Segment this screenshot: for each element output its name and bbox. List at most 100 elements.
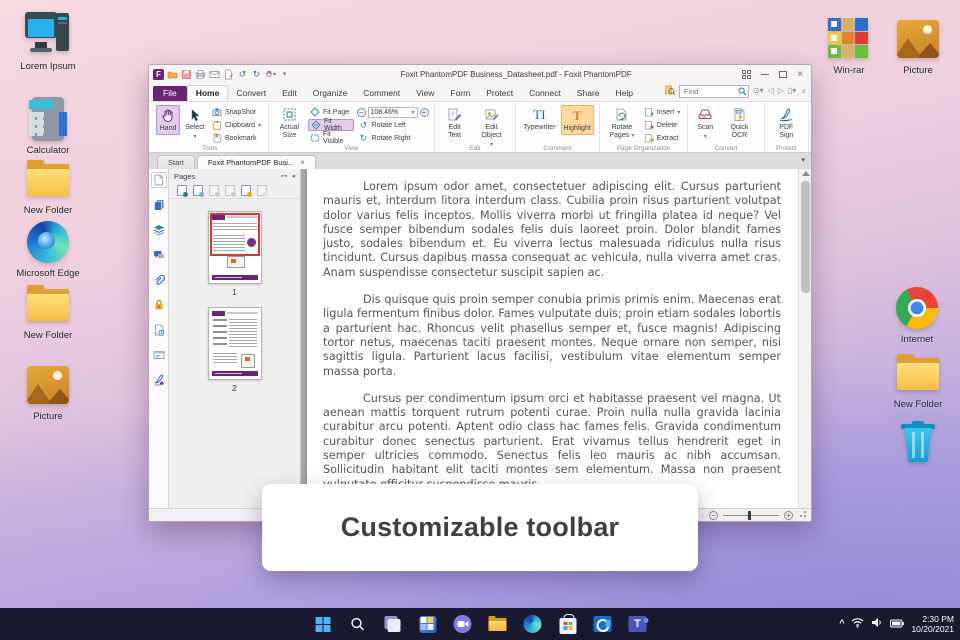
fit-visible-button[interactable]: Fit Visible <box>308 131 354 145</box>
rotate-pages-button[interactable]: Rotate Pages ▾ <box>605 105 639 141</box>
outlook-icon[interactable] <box>592 613 614 635</box>
task-view-icon[interactable] <box>382 613 404 635</box>
widgets-icon[interactable] <box>417 613 439 635</box>
close-icon[interactable]: × <box>797 69 803 80</box>
insert-button[interactable]: Insert ▾ <box>642 106 683 118</box>
print-icon[interactable] <box>195 69 206 80</box>
tab-edit[interactable]: Edit <box>274 86 305 101</box>
desktop-icon-edge[interactable]: Microsoft Edge <box>9 219 87 279</box>
extract-button[interactable]: Extract <box>642 132 683 144</box>
zoom-out-icon[interactable]: − <box>709 510 718 520</box>
zoom-out-icon[interactable]: − <box>356 107 366 117</box>
maximize-icon[interactable] <box>779 70 788 78</box>
teams-icon[interactable]: T <box>627 613 649 635</box>
tab-share[interactable]: Share <box>569 86 608 101</box>
fit-width-button[interactable]: Fit Width <box>307 118 354 132</box>
search-doc-icon[interactable] <box>665 85 675 95</box>
chat-icon[interactable] <box>452 613 474 635</box>
delete-button[interactable]: Delete <box>642 119 683 131</box>
zoom-slider-thumb[interactable] <box>748 510 752 520</box>
bookmark-button[interactable]: Bookmark <box>210 132 263 144</box>
desktop-icon-picture-2[interactable]: Picture <box>879 16 957 76</box>
doc-tab-start[interactable]: Start <box>157 155 195 169</box>
tab-file[interactable]: File <box>153 86 187 101</box>
scrollbar-thumb[interactable] <box>801 181 810 293</box>
tray-chevron-up-icon[interactable]: ^ <box>839 618 844 628</box>
select-button[interactable]: Select ▾ <box>183 105 207 142</box>
page-action-icon-5[interactable] <box>241 185 252 197</box>
desktop-icon-internet[interactable]: Internet <box>878 285 956 345</box>
close-tab-icon[interactable]: × <box>300 158 305 167</box>
page-thumbnail-2[interactable] <box>207 307 262 380</box>
snapshot-button[interactable]: SnapShot <box>210 106 263 118</box>
zoom-slider[interactable] <box>723 510 779 520</box>
desktop-icon-new-folder-2[interactable]: New Folder <box>9 281 87 341</box>
taskbar-clock[interactable]: 2:30 PM 10/20/2021 <box>911 614 954 634</box>
find-magnifier-icon[interactable] <box>738 83 747 96</box>
hand-button[interactable]: Hand <box>156 105 180 135</box>
page-action-icon-6[interactable] <box>257 185 268 197</box>
desktop-icon-picture[interactable]: Picture <box>9 362 87 422</box>
bookmark-dropdown-icon[interactable]: ▯▾ <box>788 86 796 95</box>
security-panel-icon[interactable] <box>151 297 167 313</box>
volume-icon[interactable] <box>871 615 883 633</box>
desktop-icon-recycle-bin[interactable] <box>879 418 957 464</box>
page-action-icon-4[interactable] <box>225 185 236 197</box>
resize-grip[interactable] <box>798 511 806 519</box>
find-options-icon[interactable]: ⊙▾ <box>753 86 764 95</box>
desktop-icon-this-pc[interactable]: Lorem Ipsum <box>9 12 87 72</box>
zoom-in-icon[interactable]: + <box>784 510 793 520</box>
desktop-icon-winrar[interactable]: Win-rar <box>810 16 888 76</box>
tab-convert[interactable]: Convert <box>228 86 274 101</box>
rotate-left-button[interactable]: ↺ Rotate Left <box>357 119 429 131</box>
clipboard-button[interactable]: Clipboard ▾ <box>210 119 263 131</box>
start-icon[interactable] <box>312 613 334 635</box>
tab-form[interactable]: Form <box>442 86 478 101</box>
typewriter-button[interactable]: TI Typewriter <box>521 105 557 133</box>
foxit-logo[interactable]: F <box>153 68 164 80</box>
layers-panel-icon[interactable] <box>151 222 167 238</box>
pages-panel-icon[interactable] <box>151 197 167 213</box>
vertical-scrollbar[interactable] <box>798 169 811 508</box>
edit-object-button[interactable]: Edit Object ▾ <box>473 105 511 150</box>
page-action-icon-1[interactable] <box>177 185 188 197</box>
doc-tab-current[interactable]: Foxit PhantomPDF Busi... × <box>196 155 316 169</box>
zoom-in-icon[interactable]: + <box>419 107 429 117</box>
page-action-icon-3[interactable] <box>209 185 220 197</box>
collapse-ribbon-icon[interactable]: ⌅ <box>800 86 807 95</box>
tab-list-dropdown-icon[interactable]: ▾ <box>801 156 805 164</box>
wifi-icon[interactable] <box>851 615 864 633</box>
undo-icon[interactable]: ↺ <box>237 69 248 80</box>
fit-page-button[interactable]: Fit Page <box>308 106 354 118</box>
search-icon[interactable] <box>347 613 369 635</box>
quick-ocr-button[interactable]: OCR Quick OCR <box>720 105 758 141</box>
pin-panel-icon[interactable]: ⊶ <box>280 172 287 180</box>
edge-icon[interactable] <box>522 613 544 635</box>
edit-text-button[interactable]: Edit Text <box>440 105 470 141</box>
pdf-sign-button[interactable]: PDF Sign <box>770 105 803 141</box>
tab-view[interactable]: View <box>408 86 442 101</box>
more-icon[interactable]: ▾ <box>279 69 290 80</box>
collapse-panel-icon[interactable]: ◂ <box>291 172 295 180</box>
desktop-icon-new-folder-1[interactable]: New Folder <box>9 156 87 216</box>
zoom-level-combobox[interactable]: 108.46% ▾ <box>367 106 418 118</box>
new-doc-icon[interactable] <box>223 69 234 80</box>
signatures-panel-icon[interactable] <box>151 372 167 388</box>
tab-protect[interactable]: Protect <box>478 86 521 101</box>
page-thumbnail-1[interactable] <box>207 211 262 284</box>
save-icon[interactable] <box>181 69 192 80</box>
actual-size-button[interactable]: Actual Size <box>274 105 305 141</box>
tab-help[interactable]: Help <box>608 86 641 101</box>
desktop-icon-calculator[interactable]: Calculator <box>9 96 87 156</box>
tab-connect[interactable]: Connect <box>521 86 569 101</box>
attachments-panel-icon[interactable] <box>151 272 167 288</box>
next-view-icon[interactable]: ▷ <box>778 86 784 95</box>
bookmarks-panel-icon[interactable] <box>150 172 167 188</box>
open-icon[interactable] <box>167 69 178 80</box>
file-explorer-icon[interactable] <box>487 613 509 635</box>
fields-panel-icon[interactable] <box>151 347 167 363</box>
comments-panel-icon[interactable] <box>151 247 167 263</box>
desktop-icon-new-folder-3[interactable]: New Folder <box>879 350 957 410</box>
tab-organize[interactable]: Organize <box>305 86 356 101</box>
layout-grid-icon[interactable] <box>742 69 752 79</box>
